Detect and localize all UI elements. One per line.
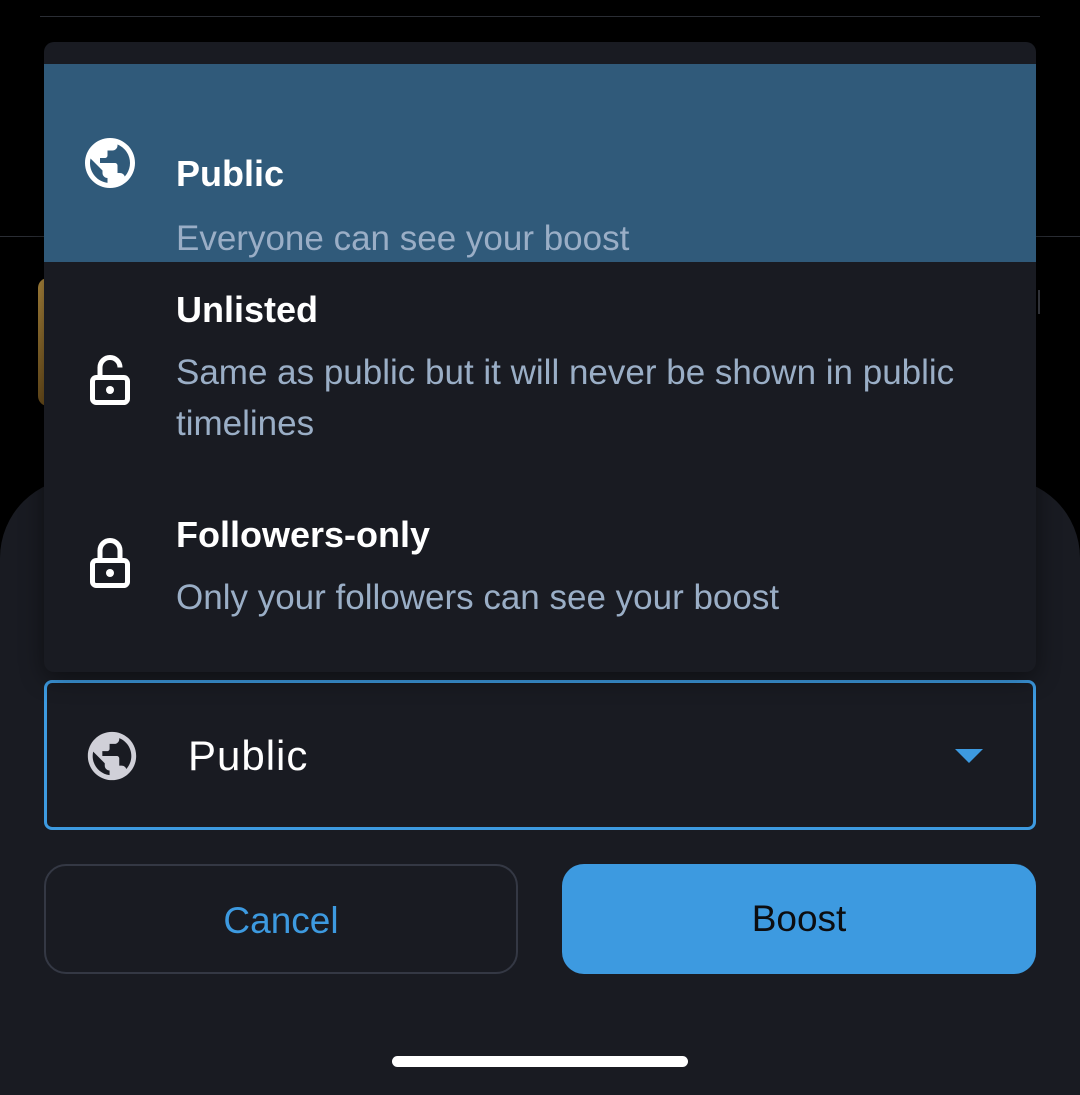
visibility-option-unlisted[interactable]: Unlisted Same as public but it will neve… xyxy=(44,262,1036,487)
boost-button[interactable]: Boost xyxy=(562,864,1036,974)
option-title: Public xyxy=(176,153,285,194)
globe-icon xyxy=(83,727,141,785)
option-description: Everyone can see your boost xyxy=(176,219,630,258)
visibility-option-followers-only[interactable]: Followers-only Only your followers can s… xyxy=(44,487,1036,672)
option-description: Same as public but it will never be show… xyxy=(176,353,955,443)
visibility-option-public[interactable]: Public Everyone can see your boost xyxy=(44,64,1036,262)
timeline-divider xyxy=(40,16,1040,17)
cancel-button[interactable]: Cancel xyxy=(44,864,518,974)
globe-icon xyxy=(80,133,140,193)
lock-open-icon xyxy=(80,350,140,410)
lock-icon xyxy=(80,533,140,593)
option-title: Unlisted xyxy=(176,289,319,330)
visibility-menu: Public Everyone can see your boost Unlis… xyxy=(44,42,1036,672)
home-indicator[interactable] xyxy=(392,1056,688,1067)
option-title: Followers-only xyxy=(176,514,431,555)
select-value: Public xyxy=(188,732,309,779)
visibility-select[interactable]: Public xyxy=(44,680,1036,830)
dropdown-arrow-icon xyxy=(955,749,983,763)
option-description: Only your followers can see your boost xyxy=(176,578,780,617)
